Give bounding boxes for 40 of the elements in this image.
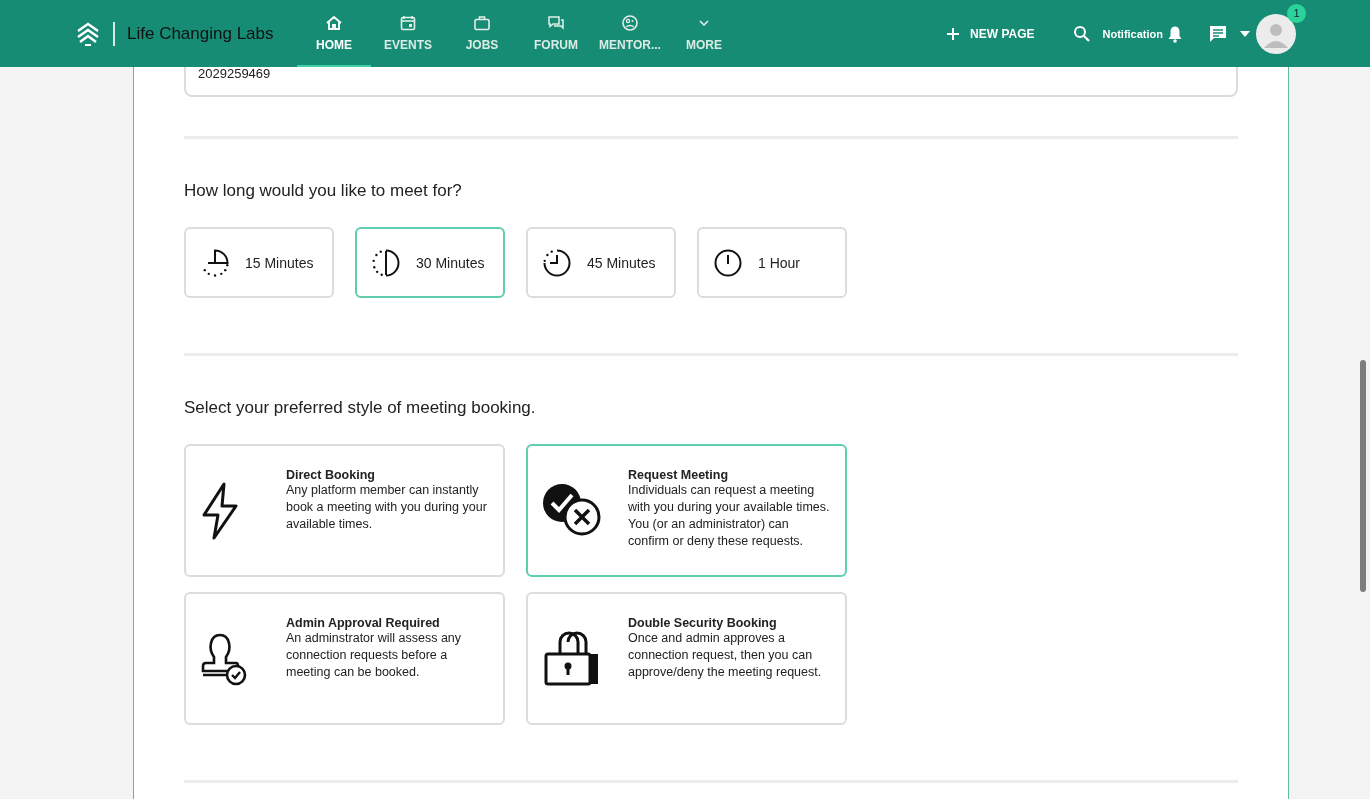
booking-style-option[interactable]: Request Meeting Individuals can request a meeting with you during your available times. You (or an administrator) can confirm or deny these requests. (526, 444, 847, 577)
duration-option[interactable]: 1 Hour (697, 227, 847, 298)
caret-down-icon[interactable] (1240, 30, 1250, 37)
avatar[interactable] (1256, 13, 1296, 54)
brand-name[interactable]: Life Changing Labs (127, 23, 274, 44)
chevron-down-icon (699, 19, 709, 26)
clock-icon (371, 247, 401, 278)
section-question: Select your preferred style of meeting booking. (184, 398, 537, 418)
duration-option[interactable]: 45 Minutes (526, 227, 676, 298)
option-description: Once and admin approves a connection request, then you can approve/deny the meeting request. (628, 630, 823, 681)
bell-icon (1167, 24, 1183, 43)
message-icon[interactable] (1208, 23, 1228, 44)
option-description: Individuals can request a meeting with you during your available times. You (or an administrator) can confirm or deny these requests. (628, 482, 831, 550)
search-icon[interactable] (1072, 24, 1091, 43)
scrollbar-thumb[interactable] (1360, 360, 1366, 592)
new-page-button[interactable]: NEW PAGE (946, 26, 1035, 41)
option-title: Admin Approval Required (286, 616, 441, 630)
booking-style-option[interactable]: Direct Booking Any platform member can instantly book a meeting with you during your available times. (184, 444, 505, 577)
option-title: Direct Booking (286, 468, 376, 482)
notification-badge: 1 (1287, 3, 1306, 23)
option-title: Double Security Booking (628, 616, 778, 630)
calendar-icon (399, 13, 417, 32)
booking-style-option[interactable]: Admin Approval Required An adminstrator will assess any connection requests before a meeting can be booked. (184, 592, 505, 725)
duration-option[interactable]: 30 Minutes (355, 227, 505, 298)
home-icon (325, 13, 343, 32)
clock-icon (713, 247, 743, 278)
clock-icon (542, 247, 572, 278)
option-description: An adminstrator will assess any connection requests before a meeting can be booked. (286, 630, 463, 681)
chat-bubbles-icon (547, 13, 565, 32)
duration-option[interactable]: 15 Minutes (184, 227, 334, 298)
notification-button[interactable]: Notification (1102, 24, 1183, 43)
lightning-bolt-icon (200, 480, 240, 541)
phone-input-field[interactable]: 2029259469 (184, 67, 1238, 97)
booking-style-option[interactable]: Double Security Booking Once and admin approves a connection request, then you can approve/deny the meeting request. (526, 592, 847, 725)
briefcase-icon (473, 13, 491, 32)
option-title: Request Meeting (628, 468, 729, 482)
option-description: Any platform member can instantly book a meeting with you during your available times. (286, 482, 488, 533)
section-question: How long would you like to meet for? (184, 181, 463, 201)
plus-icon (946, 26, 961, 41)
logo-icon[interactable] (75, 20, 101, 47)
